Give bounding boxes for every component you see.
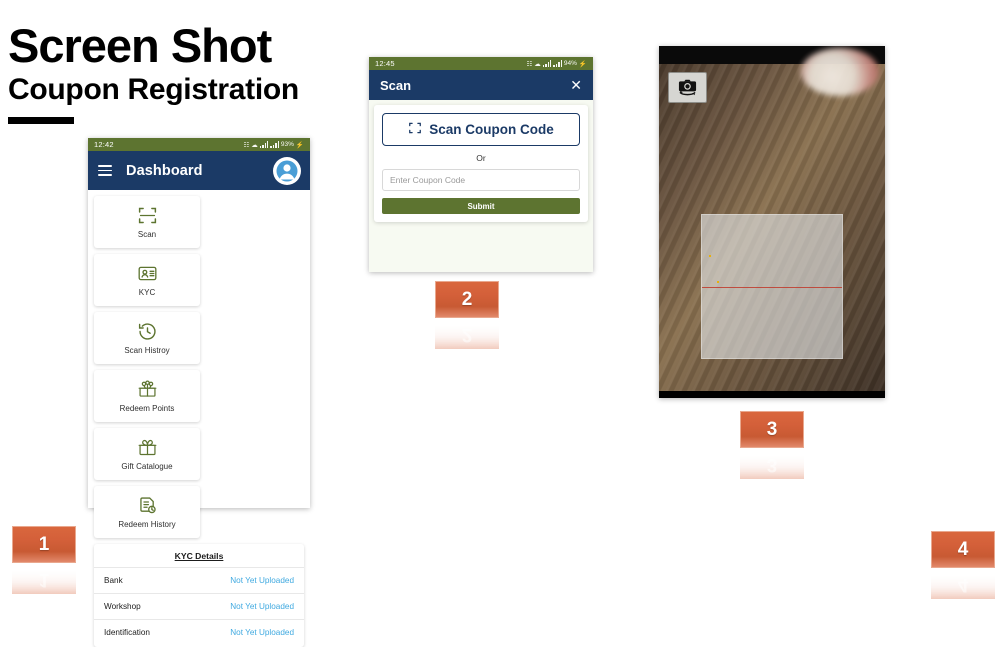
tile-label: KYC bbox=[138, 288, 156, 297]
tile-label: Gift Catalogue bbox=[121, 462, 173, 471]
history-clock-icon bbox=[137, 321, 158, 342]
or-divider-label: Or bbox=[476, 153, 486, 163]
screen-camera-scanner bbox=[659, 46, 885, 398]
table-row[interactable]: Bank Not Yet Uploaded bbox=[94, 567, 304, 593]
scan-viewfinder bbox=[701, 214, 843, 359]
step-badge-reflection-number: 1 bbox=[38, 569, 50, 590]
background-object bbox=[801, 48, 879, 96]
tile-scan-history[interactable]: Scan Histroy bbox=[94, 312, 200, 364]
signal-icon: ☷ bbox=[243, 141, 250, 149]
step-badge-reflection: 2 bbox=[435, 319, 499, 349]
gift-box-icon bbox=[137, 437, 158, 458]
user-avatar-icon[interactable] bbox=[273, 156, 301, 185]
tile-gift-catalogue[interactable]: Gift Catalogue bbox=[94, 428, 200, 480]
hamburger-menu-icon[interactable] bbox=[98, 164, 112, 177]
page-title: Screen Shot Coupon Registration bbox=[8, 22, 299, 124]
step-badge-1: 1 1 bbox=[12, 526, 76, 594]
step-badge-reflection-number: 2 bbox=[461, 324, 473, 345]
step-badge-reflection: 1 bbox=[12, 564, 76, 594]
step-badge-number: 4 bbox=[931, 531, 995, 568]
screen-scan-coupon: 12:45 ☷ ☁ 94% ⚡ Scan ✕ Scan Coupon Code … bbox=[369, 57, 593, 272]
screen-dashboard: 12:42 ☷ ☁ 93% ⚡ Dashboard Scan KYC Scan … bbox=[88, 138, 310, 647]
tile-label: Scan Histroy bbox=[124, 346, 170, 355]
switch-camera-icon[interactable] bbox=[668, 72, 707, 103]
close-x-icon[interactable]: ✕ bbox=[570, 78, 582, 92]
cellular-bars-2-icon bbox=[553, 60, 562, 67]
scan-frame-icon bbox=[408, 121, 422, 138]
tile-kyc[interactable]: KYC bbox=[94, 254, 200, 306]
scan-marker-dot bbox=[709, 255, 711, 257]
title-secondary: Coupon Registration bbox=[8, 73, 299, 106]
step-badge-number: 1 bbox=[12, 526, 76, 563]
scan-coupon-code-button[interactable]: Scan Coupon Code bbox=[382, 113, 580, 146]
scan-app-bar: Scan ✕ bbox=[369, 70, 593, 100]
status-bar-time: 12:45 bbox=[375, 59, 395, 68]
document-clock-icon bbox=[137, 495, 158, 516]
step-badge-number: 2 bbox=[435, 281, 499, 318]
status-bar-icons: ☷ ☁ 94% ⚡ bbox=[526, 60, 587, 68]
status-bar: 12:42 ☷ ☁ 93% ⚡ bbox=[88, 138, 310, 151]
gift-stars-icon bbox=[137, 379, 158, 400]
title-primary: Screen Shot bbox=[8, 19, 272, 72]
wifi-icon: ☁ bbox=[534, 60, 541, 68]
kyc-row-label: Bank bbox=[104, 576, 123, 585]
scan-frame-icon bbox=[137, 205, 158, 226]
coupon-code-input[interactable] bbox=[382, 169, 580, 191]
id-card-icon bbox=[137, 263, 158, 284]
battery-percent: 94% bbox=[563, 60, 577, 67]
tile-label: Scan bbox=[137, 230, 157, 239]
scan-marker-dot bbox=[717, 281, 719, 283]
kyc-row-label: Workshop bbox=[104, 602, 141, 611]
title-underline-rule bbox=[8, 116, 74, 124]
scan-line-indicator bbox=[702, 286, 842, 289]
status-badge[interactable]: Not Yet Uploaded bbox=[230, 602, 294, 611]
dashboard-tile-grid: Scan KYC Scan Histroy Redeem Points Gift… bbox=[88, 190, 310, 538]
kyc-details-title: KYC Details bbox=[174, 551, 224, 561]
submit-button[interactable]: Submit bbox=[382, 198, 580, 214]
step-badge-3: 3 3 bbox=[740, 411, 804, 479]
step-badge-reflection: 3 bbox=[740, 449, 804, 479]
kyc-details-card: KYC Details Bank Not Yet Uploaded Worksh… bbox=[94, 544, 304, 647]
cellular-bars-2-icon bbox=[270, 141, 279, 148]
status-badge[interactable]: Not Yet Uploaded bbox=[230, 628, 294, 637]
screenshot-canvas: Screen Shot Coupon Registration 12:42 ☷ … bbox=[0, 0, 1000, 647]
tile-redeem-points[interactable]: Redeem Points bbox=[94, 370, 200, 422]
status-badge[interactable]: Not Yet Uploaded bbox=[230, 576, 294, 585]
step-badge-4: 4 4 bbox=[931, 531, 995, 599]
cellular-bars-icon bbox=[259, 141, 269, 148]
tile-label: Redeem History bbox=[118, 520, 176, 529]
kyc-row-label: Identification bbox=[104, 628, 150, 637]
app-bar-title: Dashboard bbox=[126, 162, 203, 179]
status-bar-icons: ☷ ☁ 93% ⚡ bbox=[243, 141, 304, 149]
app-bar: Dashboard bbox=[88, 151, 310, 190]
status-bar-time: 12:42 bbox=[94, 140, 114, 149]
status-bar: 12:45 ☷ ☁ 94% ⚡ bbox=[369, 57, 593, 70]
signal-icon: ☷ bbox=[526, 60, 533, 68]
table-row[interactable]: Workshop Not Yet Uploaded bbox=[94, 593, 304, 619]
wifi-icon: ☁ bbox=[251, 141, 258, 149]
charging-bolt-icon: ⚡ bbox=[295, 141, 304, 149]
step-badge-reflection-number: 3 bbox=[766, 454, 778, 475]
tile-redeem-history[interactable]: Redeem History bbox=[94, 486, 200, 538]
cellular-bars-icon bbox=[542, 60, 552, 67]
charging-bolt-icon: ⚡ bbox=[578, 60, 587, 68]
camera-preview bbox=[659, 48, 885, 391]
table-row[interactable]: Identification Not Yet Uploaded bbox=[94, 619, 304, 645]
step-badge-reflection-number: 4 bbox=[957, 574, 969, 595]
scan-panel: Scan Coupon Code Or Submit bbox=[374, 105, 588, 222]
step-badge-reflection: 4 bbox=[931, 569, 995, 599]
battery-percent: 93% bbox=[280, 141, 294, 148]
tile-label: Redeem Points bbox=[119, 404, 175, 413]
tile-scan[interactable]: Scan bbox=[94, 196, 200, 248]
step-badge-number: 3 bbox=[740, 411, 804, 448]
scan-title: Scan bbox=[380, 77, 412, 93]
scan-coupon-code-label: Scan Coupon Code bbox=[429, 122, 554, 137]
step-badge-2: 2 2 bbox=[435, 281, 499, 349]
